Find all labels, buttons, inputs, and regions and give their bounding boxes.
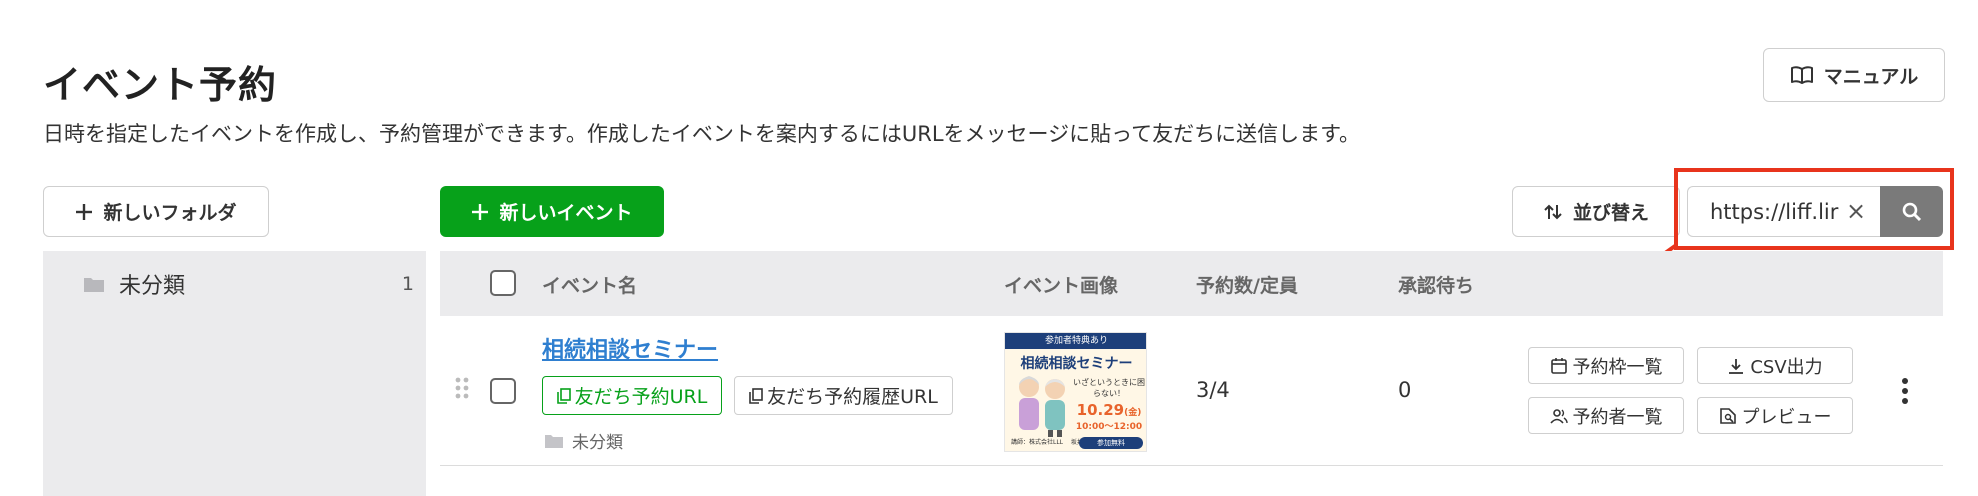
plus-icon (472, 203, 489, 220)
manual-label: マニュアル (1823, 65, 1919, 88)
download-icon (1729, 358, 1744, 374)
copy-icon (556, 387, 571, 404)
event-thumbnail-image: 参加者特典あり 相続相談セミナー いざというときに困らない！ 10.29(金) … (1004, 332, 1147, 452)
page-description: 日時を指定したイベントを作成し、予約管理ができます。作成したイベントを案内するに… (43, 122, 1360, 146)
preview-button[interactable]: プレビュー (1697, 397, 1853, 434)
new-folder-button[interactable]: 新しいフォルダ (43, 186, 269, 237)
event-name-link[interactable]: 相続相談セミナー (542, 332, 718, 364)
image-date-text: 10.29(金) (1076, 401, 1142, 419)
select-all-checkbox[interactable] (490, 270, 516, 296)
highlight-annotation-box (1674, 168, 1954, 250)
page-title: イベント予約 (43, 63, 278, 107)
copy-icon (749, 387, 763, 404)
new-event-button[interactable]: 新しいイベント (440, 186, 664, 237)
preview-label: プレビュー (1741, 406, 1832, 428)
column-header-name: イベント名 (542, 275, 638, 297)
users-icon (1549, 408, 1568, 424)
sort-button[interactable]: 並び替え (1512, 186, 1680, 237)
preview-icon (1719, 407, 1736, 424)
column-header-reservations: 予約数/定員 (1196, 275, 1298, 297)
csv-export-label: CSV出力 (1750, 356, 1823, 378)
reserver-list-button[interactable]: 予約者一覧 (1528, 397, 1684, 434)
image-subtitle-text: いざというときに困らない！ (1073, 378, 1145, 398)
folder-icon (84, 278, 104, 292)
plus-icon (76, 203, 93, 220)
friend-history-url-label: 友だち予約履歴URL (767, 386, 938, 408)
drag-handle-icon[interactable] (454, 376, 470, 400)
row-checkbox[interactable] (490, 378, 516, 404)
csv-export-button[interactable]: CSV出力 (1697, 347, 1853, 384)
folder-sidebar: 未分類 1 (43, 251, 426, 496)
more-options-icon[interactable] (1895, 376, 1915, 406)
image-time-text: 10:00〜12:00 (1075, 422, 1143, 432)
column-header-image: イベント画像 (1004, 275, 1119, 297)
image-title-text: 相続相談セミナー (1020, 356, 1133, 372)
reserver-list-label: 予約者一覧 (1572, 406, 1663, 428)
manual-button[interactable]: マニュアル (1763, 48, 1945, 102)
sort-label: 並び替え (1572, 202, 1649, 224)
elderly-couple-illustration (1019, 376, 1065, 437)
calendar-icon (1550, 357, 1567, 374)
table-header: イベント名 イベント画像 予約数/定員 承認待ち (440, 251, 1943, 316)
friend-reservation-url-label: 友だち予約URL (574, 386, 708, 408)
sidebar-item-count: 1 (401, 273, 414, 295)
column-header-pending: 承認待ち (1398, 275, 1475, 297)
image-free-badge: 参加無料 (1079, 437, 1143, 449)
row-folder-label: 未分類 (572, 433, 623, 453)
slot-list-label: 予約枠一覧 (1572, 356, 1663, 378)
sidebar-item-label: 未分類 (119, 274, 186, 299)
row-folder-tag: 未分類 (544, 428, 623, 453)
reservations-count: 3/4 (1196, 378, 1230, 402)
sort-arrows-icon (1544, 204, 1562, 219)
new-folder-label: 新しいフォルダ (103, 202, 237, 224)
table-row: 相続相談セミナー 友だち予約URL 友だち予約履歴URL 未分類 参加者特典あり… (440, 316, 1943, 466)
book-icon (1790, 66, 1813, 84)
sidebar-item-uncategorized[interactable]: 未分類 1 (43, 265, 426, 303)
folder-icon (545, 434, 563, 448)
friend-reservation-url-button[interactable]: 友だち予約URL (542, 376, 722, 415)
friend-history-url-button[interactable]: 友だち予約履歴URL (734, 376, 953, 415)
new-event-label: 新しいイベント (499, 202, 633, 224)
slot-list-button[interactable]: 予約枠一覧 (1528, 347, 1684, 384)
pending-count: 0 (1398, 378, 1412, 402)
image-banner-text: 参加者特典あり (1005, 333, 1146, 349)
